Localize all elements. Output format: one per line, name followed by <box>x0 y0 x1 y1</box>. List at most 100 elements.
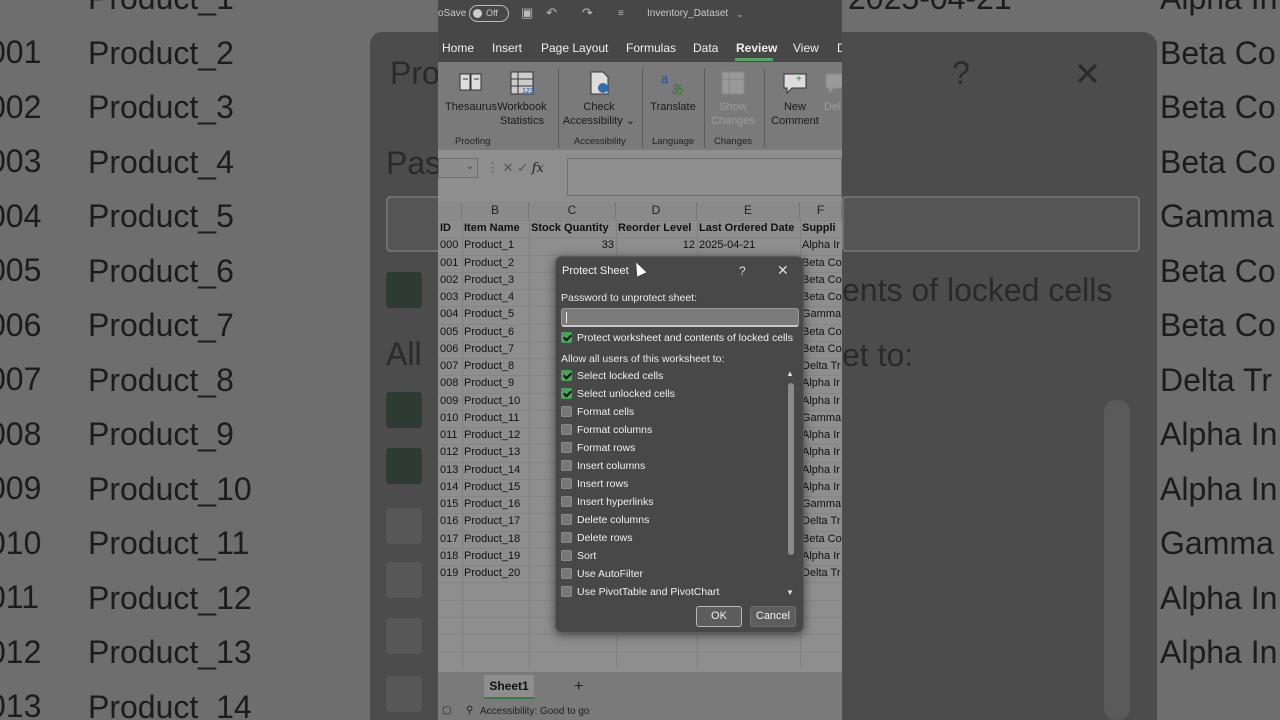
checkbox-unchecked[interactable] <box>561 586 572 597</box>
table-cell-item[interactable]: Product_20 <box>462 565 529 582</box>
checkbox-checked[interactable] <box>561 388 572 399</box>
table-cell-supplier[interactable]: Alpha Ir <box>800 479 842 496</box>
checkbox-checked[interactable] <box>561 332 572 343</box>
table-cell-item[interactable]: Product_12 <box>462 427 529 444</box>
table-cell-id[interactable]: 014 <box>438 479 462 496</box>
permission-option[interactable]: Use AutoFilter <box>561 568 643 584</box>
column-header-e[interactable]: E <box>697 202 800 219</box>
table-cell-supplier[interactable]: Gamma <box>800 496 842 513</box>
table-cell-id[interactable]: 004 <box>438 306 462 323</box>
table-cell-item[interactable]: Product_13 <box>462 444 529 461</box>
table-cell-date[interactable]: 2025-04-21 <box>697 237 800 254</box>
protect-contents-checkbox[interactable]: Protect worksheet and contents of locked… <box>561 332 793 348</box>
table-cell-supplier[interactable]: Gamma <box>800 306 842 323</box>
table-cell-supplier[interactable]: Delta Tr <box>800 513 842 530</box>
permission-option[interactable]: Format cells <box>561 406 634 422</box>
table-cell-item[interactable]: Product_17 <box>462 513 529 530</box>
table-cell-item[interactable]: Product_10 <box>462 393 529 410</box>
tab-insert[interactable]: Insert <box>492 41 522 55</box>
delete-comment-button[interactable]: Del <box>824 70 842 114</box>
tab-d[interactable]: D <box>837 41 842 55</box>
table-cell-supplier[interactable]: Alpha Ir <box>800 375 842 392</box>
header-cell[interactable]: Last Ordered Date <box>697 220 800 237</box>
table-cell-item[interactable]: Product_16 <box>462 496 529 513</box>
permission-option[interactable]: Insert rows <box>561 478 628 494</box>
permission-option[interactable]: Delete rows <box>561 532 632 548</box>
permission-option[interactable]: Format columns <box>561 424 652 440</box>
checkbox-unchecked[interactable] <box>561 550 572 561</box>
column-header-b[interactable]: B <box>462 202 529 219</box>
scroll-down-icon[interactable]: ▼ <box>786 588 794 597</box>
table-cell-item[interactable]: Product_1 <box>462 237 529 254</box>
table-cell-supplier[interactable]: Alpha Ir <box>800 427 842 444</box>
table-cell-item[interactable]: Product_8 <box>462 358 529 375</box>
header-cell[interactable]: ID <box>438 220 462 237</box>
table-cell-item[interactable]: Product_18 <box>462 531 529 548</box>
checkbox-unchecked[interactable] <box>561 496 572 507</box>
table-cell-id[interactable]: 018 <box>438 548 462 565</box>
permission-option[interactable]: Use PivotTable and PivotChart <box>561 586 719 602</box>
new-comment-button[interactable]: + New Comment <box>768 70 822 128</box>
header-cell[interactable]: Reorder Level <box>616 220 697 237</box>
table-cell-item[interactable]: Product_4 <box>462 289 529 306</box>
table-cell-supplier[interactable]: Alpha Ir <box>800 462 842 479</box>
insert-function-icon[interactable]: fx <box>532 161 544 176</box>
permission-option[interactable]: Sort <box>561 550 596 566</box>
table-cell-supplier[interactable]: Beta Co <box>800 341 842 358</box>
table-cell-id[interactable]: 002 <box>438 272 462 289</box>
checkbox-unchecked[interactable] <box>561 532 572 543</box>
table-cell-item[interactable]: Product_2 <box>462 255 529 272</box>
name-box[interactable]: ⌄ <box>438 158 478 178</box>
table-cell-item[interactable]: Product_7 <box>462 341 529 358</box>
table-cell-supplier[interactable]: Alpha Ir <box>800 393 842 410</box>
add-sheet-button[interactable]: + <box>574 678 583 696</box>
show-changes-button[interactable]: Show Changes <box>708 70 758 128</box>
checkbox-unchecked[interactable] <box>561 514 572 525</box>
check-accessibility-button[interactable]: Check Accessibility ⌄ <box>562 70 636 128</box>
chevron-down-icon[interactable]: ⌄ <box>736 9 744 20</box>
autosave-toggle[interactable]: Off <box>469 5 509 22</box>
thesaurus-button[interactable]: Thesaurus <box>444 70 498 114</box>
table-cell-id[interactable]: 008 <box>438 375 462 392</box>
permission-option[interactable]: Insert columns <box>561 460 645 476</box>
file-name[interactable]: Inventory_Dataset <box>647 8 728 19</box>
tab-formulas[interactable]: Formulas <box>626 41 676 55</box>
table-cell-id[interactable]: 013 <box>438 462 462 479</box>
tab-data[interactable]: Data <box>693 41 718 55</box>
checkbox-checked[interactable] <box>561 370 572 381</box>
table-cell-supplier[interactable]: Beta Co <box>800 272 842 289</box>
table-cell-id[interactable]: 000 <box>438 237 462 254</box>
close-icon[interactable]: ✕ <box>777 262 789 279</box>
table-cell-id[interactable]: 016 <box>438 513 462 530</box>
table-cell-id[interactable]: 005 <box>438 324 462 341</box>
permissions-list[interactable]: ▲ ▼ Select locked cells Select unlocked c… <box>556 369 803 601</box>
table-cell-id[interactable]: 010 <box>438 410 462 427</box>
table-cell-supplier[interactable]: Beta Co <box>800 255 842 272</box>
table-cell-supplier[interactable]: Alpha Ir <box>800 237 842 254</box>
permission-option[interactable]: Format rows <box>561 442 635 458</box>
column-header-c[interactable]: C <box>529 202 616 219</box>
workbook-statistics-button[interactable]: 123 Workbook Statistics <box>496 70 548 128</box>
permission-option[interactable]: Insert hyperlinks <box>561 496 653 512</box>
table-cell-reorder[interactable]: 12 <box>616 237 697 254</box>
tab-review[interactable]: Review <box>736 41 777 55</box>
permission-option[interactable]: Select locked cells <box>561 370 663 386</box>
list-scrollbar[interactable]: ▲ ▼ <box>786 369 796 599</box>
table-cell-supplier[interactable]: Gamma <box>800 410 842 427</box>
help-icon[interactable]: ? <box>739 264 746 278</box>
table-cell-item[interactable]: Product_6 <box>462 324 529 341</box>
checkbox-unchecked[interactable] <box>561 406 572 417</box>
column-header-d[interactable]: D <box>616 202 697 219</box>
table-cell-id[interactable]: 006 <box>438 341 462 358</box>
scroll-thumb[interactable] <box>788 383 794 555</box>
table-cell-item[interactable]: Product_9 <box>462 375 529 392</box>
table-cell-id[interactable]: 007 <box>438 358 462 375</box>
tab-page-layout[interactable]: Page Layout <box>541 41 608 55</box>
formula-input[interactable] <box>567 158 842 196</box>
checkbox-unchecked[interactable] <box>561 460 572 471</box>
table-cell-item[interactable]: Product_14 <box>462 462 529 479</box>
table-cell-id[interactable]: 019 <box>438 565 462 582</box>
checkbox-unchecked[interactable] <box>561 424 572 435</box>
table-cell-item[interactable]: Product_11 <box>462 410 529 427</box>
sheet-tab[interactable]: Sheet1 <box>484 675 534 699</box>
